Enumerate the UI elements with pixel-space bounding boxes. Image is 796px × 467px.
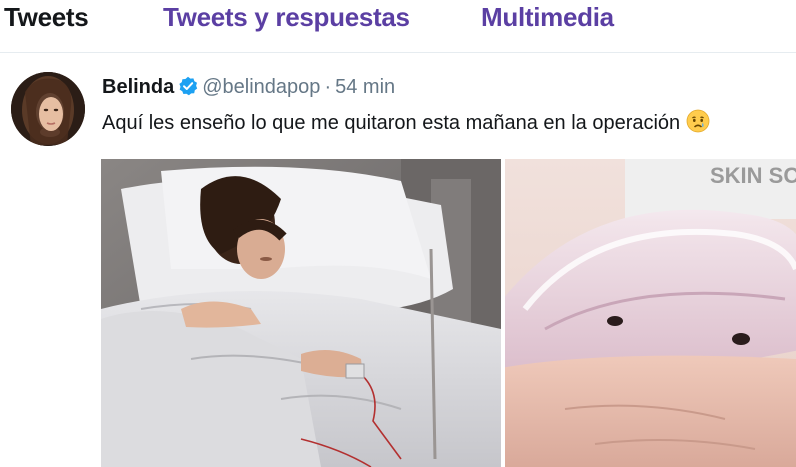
user-handle[interactable]: @belindapop [202,76,320,98]
tweet-text: Aquí les enseño lo que me quitaron esta … [102,109,710,141]
tweet[interactable]: Belinda @belindapop · 54 min Aquí les enseñ… [0,53,796,467]
crying-face-emoji-icon [686,109,710,141]
display-name[interactable]: Belinda [102,76,174,98]
verified-badge-icon [178,76,198,104]
hospital-bed-photo[interactable] [101,159,501,467]
timestamp[interactable]: 54 min [335,76,395,98]
tweet-header: Belinda @belindapop · 54 min [102,73,395,101]
printed-label-text: SKIN SC [710,163,796,188]
tweet-text-content: Aquí les enseño lo que me quitaron esta … [102,112,681,134]
separator-dot: · [324,76,332,98]
profile-tabs: Tweets Tweets y respuestas Multimedia [0,0,796,53]
implant-closeup-photo[interactable]: SKIN SC [505,159,796,467]
tab-media[interactable]: Multimedia [481,2,614,33]
avatar-image [11,72,85,146]
tweet-media: SKIN SC [101,159,796,467]
tab-tweets-and-replies[interactable]: Tweets y respuestas [163,2,410,33]
avatar[interactable] [11,72,85,146]
tab-tweets[interactable]: Tweets [4,2,89,33]
